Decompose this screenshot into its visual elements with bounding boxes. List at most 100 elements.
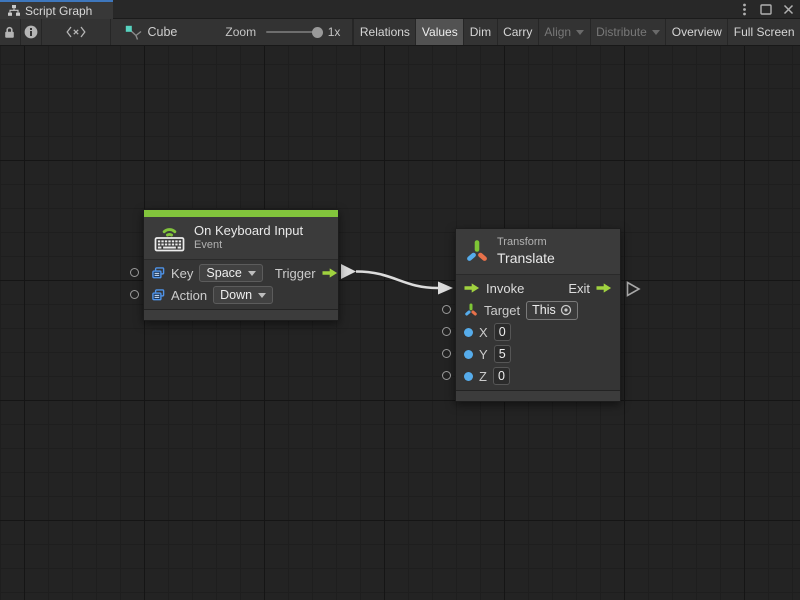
distribute-label: Distribute [596,25,647,39]
info-button[interactable] [21,19,42,45]
key-dropdown-value: Space [206,266,241,280]
graph-pointer-icon [125,25,142,40]
x-label: X [479,325,488,340]
tab-title: Script Graph [25,4,92,18]
enum-icon [152,267,165,279]
chevron-down-icon [248,271,256,276]
z-label: Z [479,369,487,384]
z-row: Z 0 [456,365,620,387]
trigger-invoke-wire[interactable] [356,272,438,289]
flow-arrow-icon[interactable] [322,268,338,278]
value-dot-icon [464,350,473,359]
maximize-icon[interactable] [758,2,774,18]
fullscreen-label: Full Screen [734,25,795,39]
tab-script-graph[interactable]: Script Graph [0,0,113,19]
relations-button[interactable]: Relations [353,19,415,45]
target-value: This [532,303,556,317]
target-value-box[interactable]: This [526,301,578,320]
key-label: Key [171,266,193,281]
target-row: Target This [456,299,620,321]
event-node-body: Key Space Trigger [144,260,338,309]
align-label: Align [544,25,571,39]
relations-label: Relations [360,25,410,39]
wire-arrowhead [438,282,453,295]
zoom-value: 1x [328,25,341,39]
distribute-button[interactable]: Distribute [590,19,666,45]
event-node-header: On Keyboard Input Event [144,217,338,260]
wire-layer [0,46,800,600]
key-row: Key Space Trigger [144,262,338,284]
code-icon [66,26,86,38]
invoke-label: Invoke [486,281,524,296]
lock-button[interactable] [0,19,21,45]
key-dropdown[interactable]: Space [199,264,262,282]
zoom-slider-handle[interactable] [312,27,323,38]
key-input-port[interactable] [130,268,139,277]
window-controls [736,0,796,19]
graph-canvas[interactable]: On Keyboard Input Event Key Space [0,46,800,600]
y-value: 5 [499,347,506,361]
info-icon [24,25,38,39]
x-value: 0 [499,325,506,339]
graph-tab-icon [8,5,20,16]
x-value-field[interactable]: 0 [494,323,511,341]
zoom-slider[interactable] [266,31,319,33]
node-subtitle: Event [194,239,303,253]
chevron-down-icon [258,293,266,298]
fullscreen-button[interactable]: Full Screen [727,19,800,45]
exit-label: Exit [568,281,590,296]
z-value-field[interactable]: 0 [493,367,510,385]
action-row: Action Down [144,284,338,306]
translate-node-titles: Transform Translate [497,236,555,267]
chevron-down-icon [576,30,584,35]
trigger-label: Trigger [275,266,316,281]
axis-icon [464,303,478,317]
node-footer [144,309,338,320]
overview-button[interactable]: Overview [665,19,727,45]
z-value: 0 [498,369,505,383]
node-footer [456,390,620,401]
flow-arrow-icon[interactable] [464,283,480,293]
axis-icon [466,239,488,264]
action-dropdown[interactable]: Down [213,286,273,304]
align-button[interactable]: Align [538,19,590,45]
value-dot-icon [464,328,473,337]
kebab-menu-icon[interactable] [736,2,752,18]
action-dropdown-value: Down [220,288,252,302]
values-label: Values [422,25,458,39]
edit-source-button[interactable] [42,19,111,45]
translate-node-header: Transform Translate [456,229,620,275]
event-accent-bar [144,210,338,217]
exit-port-triangle[interactable] [628,283,640,296]
lock-icon [4,26,15,39]
values-button[interactable]: Values [415,19,463,45]
dim-label: Dim [470,25,491,39]
y-value-field[interactable]: 5 [494,345,511,363]
carry-button[interactable]: Carry [497,19,538,45]
translate-node-body: Invoke Exit Target Th [456,275,620,390]
graph-target[interactable]: Cube [125,25,178,40]
dim-button[interactable]: Dim [463,19,496,45]
graph-toolbar: Cube Zoom 1x Relations Values Dim Carry … [0,19,800,46]
graph-target-name: Cube [148,25,178,39]
node-title: Translate [497,250,555,268]
x-row: X 0 [456,321,620,343]
zoom-label: Zoom [225,25,256,39]
wire-start-triangle[interactable] [341,264,356,279]
toolbar-buttons: Relations Values Dim Carry Align Distrib… [353,19,800,45]
node-title: On Keyboard Input [194,223,303,239]
script-graph-window: Script Graph [0,0,800,600]
scene-pick-icon[interactable] [560,304,572,316]
titlebar: Script Graph [0,0,800,19]
enum-icon [152,289,165,301]
chevron-down-icon [652,30,660,35]
action-input-port[interactable] [130,290,139,299]
value-dot-icon [464,372,473,381]
close-icon[interactable] [780,2,796,18]
node-on-keyboard-input[interactable]: On Keyboard Input Event Key Space [143,209,339,321]
target-label: Target [484,303,520,318]
action-label: Action [171,288,207,303]
overview-label: Overview [672,25,722,39]
node-transform-translate[interactable]: Transform Translate Invoke Exit [455,228,621,402]
flow-arrow-icon[interactable] [596,283,612,293]
